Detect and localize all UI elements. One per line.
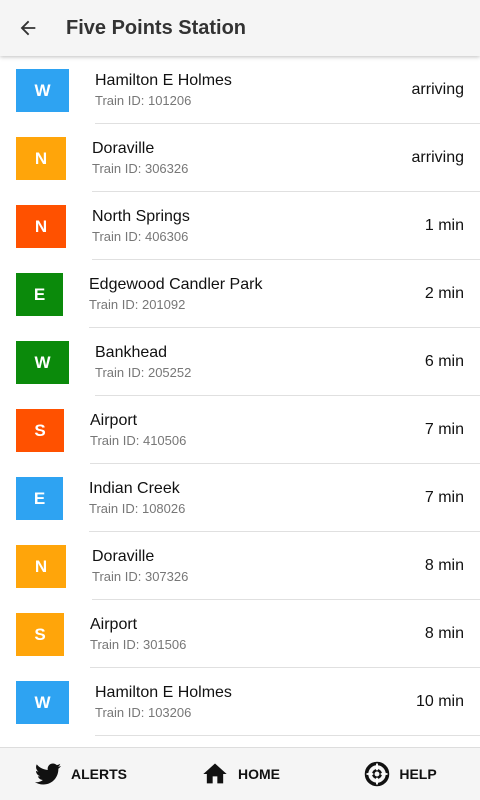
eta-label: 8 min xyxy=(424,625,464,642)
line-badge: W xyxy=(16,69,69,112)
train-row[interactable]: E Indian Creek Train ID: 108026 7 min xyxy=(0,464,480,532)
arrow-left-icon xyxy=(20,20,36,36)
destination-label: Doraville xyxy=(92,140,155,157)
eta-label: 2 min xyxy=(424,285,464,302)
eta-label: 8 min xyxy=(424,557,464,574)
page-title: Five Points Station xyxy=(66,16,247,39)
line-badge: E xyxy=(16,273,63,316)
line-badge: N xyxy=(16,205,66,248)
destination-label: North Springs xyxy=(92,208,190,225)
train-row[interactable]: N Doraville Train ID: 307326 8 min xyxy=(0,532,480,600)
help-nav-label: HELP xyxy=(399,766,437,782)
line-badge: W xyxy=(16,341,69,384)
train-row[interactable]: S Airport Train ID: 301506 8 min xyxy=(0,600,480,668)
train-id-label: Train ID: 307326 xyxy=(92,569,189,584)
alerts-nav-label: ALERTS xyxy=(71,766,127,782)
destination-label: Hamilton E Holmes xyxy=(95,72,232,89)
line-badge: S xyxy=(16,409,64,452)
arrivals-list[interactable]: W Hamilton E Holmes Train ID: 101206 arr… xyxy=(0,56,480,748)
twitter-bird-icon xyxy=(34,763,61,785)
eta-label: arriving xyxy=(411,81,464,98)
destination-label: Bankhead xyxy=(95,344,168,361)
line-badge: N xyxy=(16,137,66,180)
train-id-label: Train ID: 406306 xyxy=(92,229,189,244)
eta-label: 1 min xyxy=(424,217,464,234)
eta-label: arriving xyxy=(411,149,464,166)
app-bar: Five Points Station xyxy=(0,0,480,56)
destination-label: Indian Creek xyxy=(89,480,180,497)
train-id-label: Train ID: 103206 xyxy=(95,705,192,720)
home-nav-label: HOME xyxy=(238,766,280,782)
train-row[interactable]: S Airport Train ID: 410506 7 min xyxy=(0,396,480,464)
destination-label: Doraville xyxy=(92,548,155,565)
train-id-label: Train ID: 410506 xyxy=(90,433,187,448)
train-row[interactable]: W Hamilton E Holmes Train ID: 103206 10 … xyxy=(0,668,480,736)
home-icon xyxy=(203,763,227,784)
destination-label: Airport xyxy=(90,616,138,633)
train-row[interactable]: W Hamilton E Holmes Train ID: 101206 arr… xyxy=(0,56,480,124)
train-id-label: Train ID: 108026 xyxy=(89,501,186,516)
eta-label: 10 min xyxy=(415,693,464,710)
destination-label: Hamilton E Holmes xyxy=(95,684,232,701)
train-row[interactable]: N Doraville Train ID: 306326 arriving xyxy=(0,124,480,192)
train-id-label: Train ID: 101206 xyxy=(95,93,192,108)
destination-label: Edgewood Candler Park xyxy=(89,276,263,293)
lifebuoy-icon xyxy=(365,761,390,787)
back-button[interactable] xyxy=(0,0,56,56)
eta-label: 7 min xyxy=(424,489,464,506)
train-row[interactable]: N North Springs Train ID: 406306 1 min xyxy=(0,192,480,260)
bottom-navigation: ALERTS HOME HELP xyxy=(0,747,480,800)
line-badge: N xyxy=(16,545,66,588)
line-badge: S xyxy=(16,613,64,656)
train-id-label: Train ID: 306326 xyxy=(92,161,189,176)
alerts-nav-button[interactable]: ALERTS xyxy=(0,748,160,800)
eta-label: 7 min xyxy=(424,421,464,438)
line-badge: E xyxy=(16,477,63,520)
help-nav-button[interactable]: HELP xyxy=(320,748,480,800)
train-id-label: Train ID: 205252 xyxy=(95,365,192,380)
eta-label: 6 min xyxy=(424,353,464,370)
train-row[interactable]: W Bankhead Train ID: 205252 6 min xyxy=(0,328,480,396)
train-id-label: Train ID: 201092 xyxy=(89,297,186,312)
train-row[interactable]: E Edgewood Candler Park Train ID: 201092… xyxy=(0,260,480,328)
destination-label: Airport xyxy=(90,412,138,429)
home-nav-button[interactable]: HOME xyxy=(160,748,320,800)
line-badge: W xyxy=(16,681,69,724)
train-id-label: Train ID: 301506 xyxy=(90,637,187,652)
